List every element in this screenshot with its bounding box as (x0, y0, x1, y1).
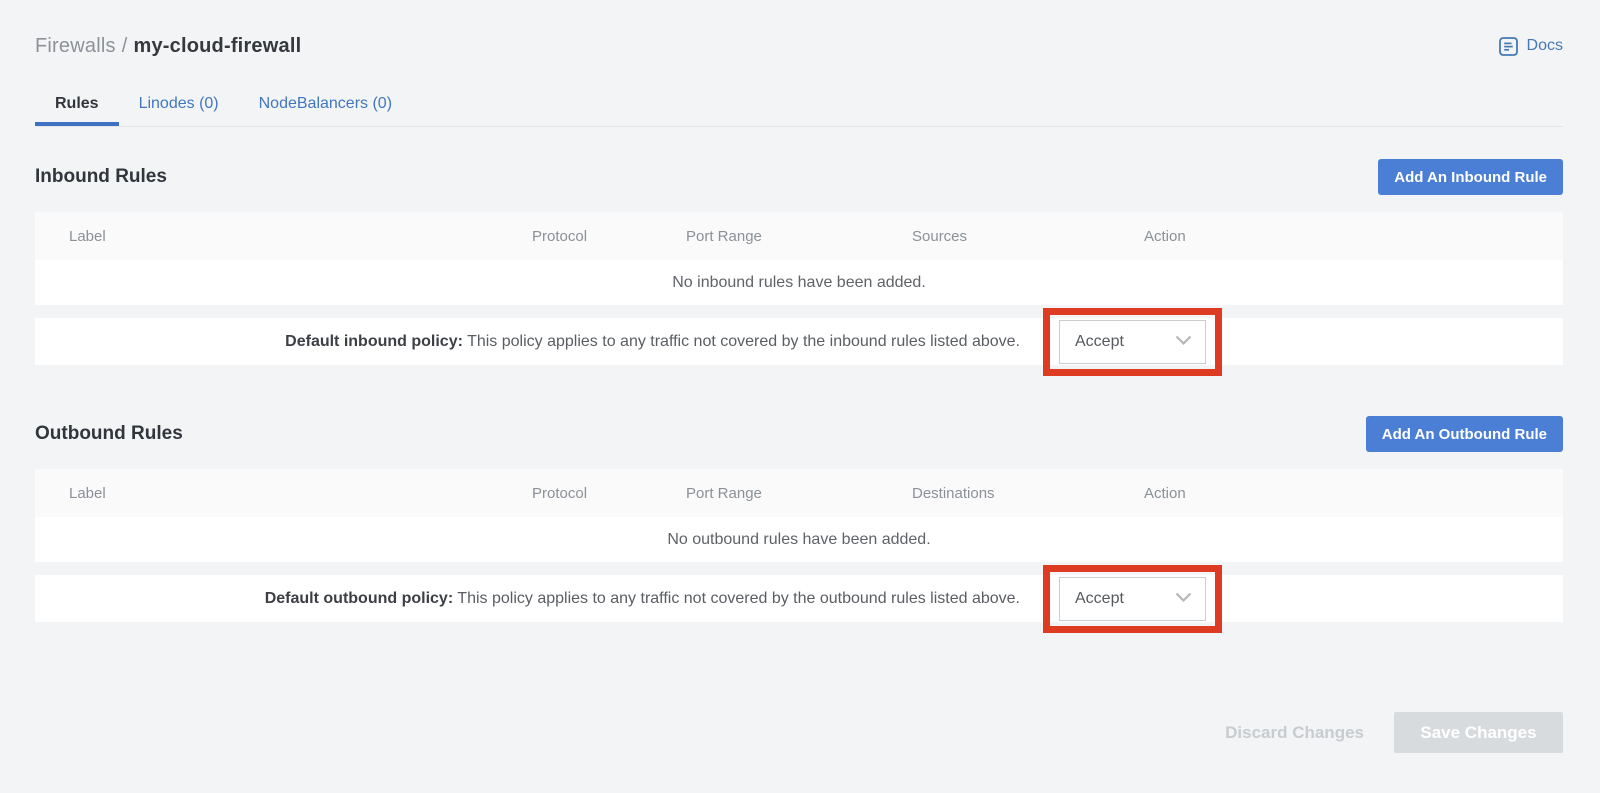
inbound-default-policy-row: Default inbound policy: This policy appl… (35, 318, 1563, 365)
breadcrumb-firewalls-link[interactable]: Firewalls (35, 35, 116, 57)
default-outbound-policy-value: Accept (1075, 590, 1124, 608)
outbound-default-policy-row: Default outbound policy: This policy app… (35, 575, 1563, 622)
column-header-destinations: Destinations (912, 485, 1144, 502)
outbound-policy-label: Default outbound policy: (265, 590, 453, 607)
tab-rules[interactable]: Rules (35, 86, 119, 126)
breadcrumb: Firewalls/my-cloud-firewall (35, 35, 301, 58)
outbound-empty-message: No outbound rules have been added. (667, 531, 930, 549)
page-title: my-cloud-firewall (133, 35, 301, 57)
outbound-empty-row: No outbound rules have been added. (35, 517, 1563, 562)
inbound-rules-title: Inbound Rules (35, 166, 167, 188)
column-header-sources: Sources (912, 228, 1144, 245)
discard-changes-button[interactable]: Discard Changes (1225, 723, 1364, 743)
outbound-table-header: Label Protocol Port Range Destinations A… (35, 469, 1563, 517)
save-changes-button[interactable]: Save Changes (1394, 712, 1563, 753)
inbound-policy-help-text: This policy applies to any traffic not c… (463, 333, 1020, 350)
add-inbound-rule-button[interactable]: Add An Inbound Rule (1378, 159, 1563, 195)
outbound-rules-title: Outbound Rules (35, 423, 183, 445)
page-header: Firewalls/my-cloud-firewall Docs (35, 0, 1563, 62)
annotation-highlight-inbound: Accept (1043, 308, 1222, 376)
tab-linodes[interactable]: Linodes (0) (119, 86, 239, 126)
document-icon (1498, 36, 1519, 57)
default-inbound-policy-select[interactable]: Accept (1059, 320, 1206, 364)
column-header-protocol: Protocol (532, 228, 686, 245)
tab-nodebalancers[interactable]: NodeBalancers (0) (239, 86, 412, 126)
annotation-highlight-outbound: Accept (1043, 565, 1222, 633)
column-header-port-range: Port Range (686, 228, 912, 245)
outbound-policy-help-text: This policy applies to any traffic not c… (453, 590, 1020, 607)
docs-link-label: Docs (1527, 37, 1563, 55)
inbound-rules-section: Inbound Rules Add An Inbound Rule Label … (35, 159, 1563, 365)
chevron-down-icon (1175, 333, 1192, 351)
column-header-protocol: Protocol (532, 485, 686, 502)
outbound-policy-description: Default outbound policy: This policy app… (265, 590, 1020, 608)
column-header-action: Action (1144, 485, 1563, 502)
default-inbound-policy-value: Accept (1075, 333, 1124, 351)
outbound-rules-table: Label Protocol Port Range Destinations A… (35, 469, 1563, 622)
column-header-label: Label (35, 485, 532, 502)
column-header-port-range: Port Range (686, 485, 912, 502)
inbound-rules-table: Label Protocol Port Range Sources Action… (35, 212, 1563, 365)
outbound-rules-section: Outbound Rules Add An Outbound Rule Labe… (35, 416, 1563, 622)
inbound-empty-message: No inbound rules have been added. (672, 274, 926, 292)
add-outbound-rule-button[interactable]: Add An Outbound Rule (1366, 416, 1563, 452)
tab-bar: Rules Linodes (0) NodeBalancers (0) (35, 86, 1563, 127)
inbound-empty-row: No inbound rules have been added. (35, 260, 1563, 305)
firewall-detail-page: Firewalls/my-cloud-firewall Docs Rules L… (0, 0, 1600, 793)
column-header-action: Action (1144, 228, 1563, 245)
form-actions: Discard Changes Save Changes (35, 712, 1563, 753)
breadcrumb-separator: / (116, 35, 134, 57)
inbound-policy-description: Default inbound policy: This policy appl… (285, 333, 1020, 351)
chevron-down-icon (1175, 590, 1192, 608)
docs-link[interactable]: Docs (1498, 36, 1563, 57)
inbound-table-header: Label Protocol Port Range Sources Action (35, 212, 1563, 260)
column-header-label: Label (35, 228, 532, 245)
inbound-policy-label: Default inbound policy: (285, 333, 463, 350)
default-outbound-policy-select[interactable]: Accept (1059, 577, 1206, 621)
